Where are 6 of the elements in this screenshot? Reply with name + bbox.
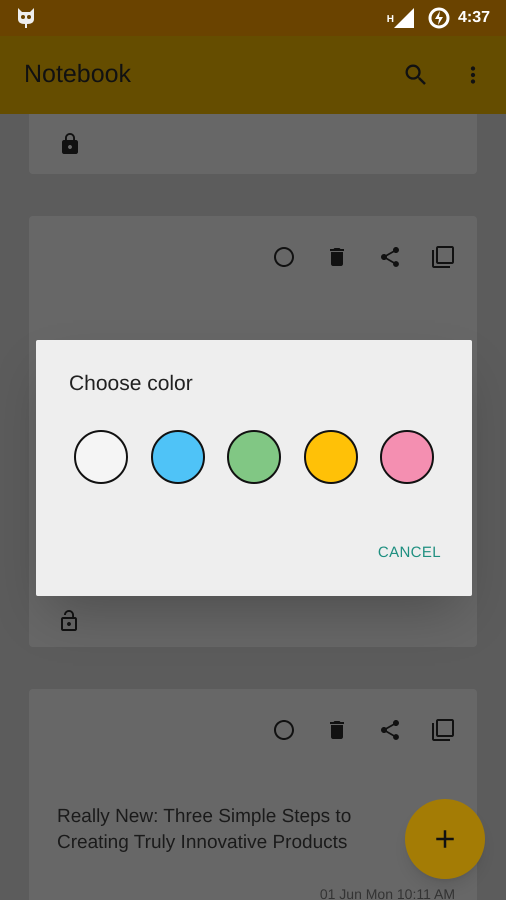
note-title: Really New: Three Simple Steps to Creating Truly Innovative Products — [57, 806, 352, 853]
cancel-button[interactable]: CANCEL — [378, 542, 441, 564]
network-type: H — [386, 13, 394, 27]
clock-time: 4:37 — [458, 8, 490, 28]
app-title: Notebook — [24, 59, 132, 90]
dialog-title: Choose color — [69, 371, 194, 397]
